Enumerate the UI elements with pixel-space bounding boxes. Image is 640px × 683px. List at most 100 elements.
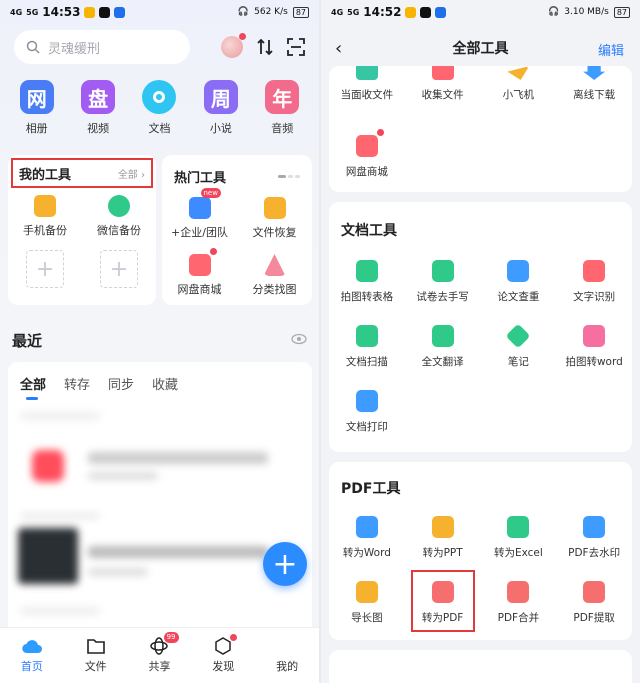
status-bar: 4G 5G 14:53 🎧 562 K/s 87 xyxy=(0,0,319,24)
tool-phone-backup[interactable]: 手机备份 xyxy=(8,195,82,238)
tool-store[interactable]: 网盘商城 xyxy=(162,248,237,297)
tool-label: 文字识别 xyxy=(573,291,616,303)
tool-label: 网盘商城 xyxy=(177,283,222,296)
tool-label: PDF合并 xyxy=(497,612,540,624)
tool-notes[interactable]: 笔记 xyxy=(481,323,557,390)
doc-tools-title: 文档工具 xyxy=(341,223,397,239)
photo-to-table-icon xyxy=(355,260,378,282)
clock: 14:52 xyxy=(363,5,402,19)
search-placeholder: 灵魂缓刑 xyxy=(48,41,101,57)
tool-collect-files[interactable]: 收集文件 xyxy=(405,66,481,131)
tool-paper-plane[interactable]: 小飞机 xyxy=(481,66,557,131)
add-tool-button[interactable]: + xyxy=(100,250,138,288)
tool-wechat-backup[interactable]: 微信备份 xyxy=(82,195,156,238)
tool-doc-scan[interactable]: 文档扫描 xyxy=(329,325,405,390)
new-badge: new xyxy=(200,188,221,198)
tab-share[interactable]: 99 共享 xyxy=(128,628,192,683)
tool-pdf-remove-watermark[interactable]: PDF去水印 xyxy=(556,516,632,581)
tab-favorites[interactable]: 收藏 xyxy=(152,374,178,393)
tool-file-recovery[interactable]: 文件恢复 xyxy=(237,197,312,240)
tab-label: 文件 xyxy=(84,660,107,673)
tool-pdf-merge[interactable]: PDF合并 xyxy=(481,581,557,646)
pdf-tools-card: PDF工具 转为Word 转为PPT 转为Excel PDF去水印 导长图 转为… xyxy=(329,462,632,640)
tool-translate[interactable]: 全文翻译 xyxy=(405,325,481,390)
tab-home[interactable]: 首页 xyxy=(0,628,64,683)
tool-label: 微信备份 xyxy=(97,224,141,237)
tool-label: 网盘商城 xyxy=(345,166,388,178)
transfer-icon[interactable] xyxy=(257,38,273,56)
notification-icon xyxy=(84,6,96,18)
membership-icon[interactable] xyxy=(221,33,246,58)
tab-all[interactable]: 全部 xyxy=(20,374,46,400)
scan-icon[interactable] xyxy=(287,38,305,56)
cloud-icon xyxy=(22,640,42,654)
add-fab-button[interactable]: + xyxy=(263,542,307,586)
quick-videos[interactable]: 盘 视频 xyxy=(70,80,126,136)
hot-tools-title: 热门工具 xyxy=(174,171,227,186)
tool-label: 笔记 xyxy=(507,356,529,368)
tab-sync[interactable]: 同步 xyxy=(108,374,134,393)
tool-ocr[interactable]: 文字识别 xyxy=(556,260,632,325)
share-badge: 99 xyxy=(163,632,179,643)
pdf-to-ppt-icon xyxy=(431,516,454,538)
tool-pdf-to-excel[interactable]: 转为Excel xyxy=(481,516,557,581)
pen-icon xyxy=(505,323,531,349)
tool-pdf-extract[interactable]: PDF提取 xyxy=(556,581,632,646)
hot-tools-card: 热门工具 new +企业/团队 文件恢复 网盘商城 分类找图 xyxy=(162,155,312,305)
tab-transfer[interactable]: 转存 xyxy=(64,374,90,393)
tool-label: 手机备份 xyxy=(23,224,67,237)
my-tools-card: 我的工具 全部 › 手机备份 微信备份 + + xyxy=(8,155,156,305)
all-tools-link[interactable]: 全部 › xyxy=(118,166,145,181)
photos-icon: 网 xyxy=(19,80,54,114)
quick-photos[interactable]: 网 相册 xyxy=(9,80,65,136)
tool-doc-print[interactable]: 文档打印 xyxy=(329,390,405,455)
tool-image-category[interactable]: 分类找图 xyxy=(237,254,312,297)
tool-label: 导长图 xyxy=(351,612,383,624)
tool-pdf-to-word[interactable]: 转为Word xyxy=(329,516,405,581)
doc-scan-icon xyxy=(355,325,378,347)
quick-audio[interactable]: 年 音频 xyxy=(254,80,310,136)
tool-enterprise-team[interactable]: new +企业/团队 xyxy=(162,188,237,240)
wechat-backup-icon xyxy=(108,195,130,217)
speed-readout: 3.10 MB/s xyxy=(564,7,609,17)
plagiarism-check-icon xyxy=(507,260,530,282)
phone-backup-icon xyxy=(34,195,56,217)
pdf-merge-icon xyxy=(507,581,530,603)
tool-store[interactable]: 网盘商城 xyxy=(329,129,405,196)
quick-documents[interactable]: 文档 xyxy=(131,80,187,136)
my-tools-header[interactable]: 我的工具 全部 › xyxy=(11,158,153,188)
tool-label: 试卷去手写 xyxy=(416,291,469,303)
add-tool-button[interactable]: + xyxy=(26,250,64,288)
folder-icon xyxy=(86,639,105,654)
tab-label: 我的 xyxy=(276,660,299,673)
tool-label: 收集文件 xyxy=(421,89,464,101)
pdf-extract-icon xyxy=(583,581,606,603)
edit-button[interactable]: 编辑 xyxy=(598,40,624,59)
paper-plane-icon xyxy=(507,66,530,80)
network-indicator-2: 5G xyxy=(26,7,39,17)
store-icon xyxy=(188,248,217,276)
tab-files[interactable]: 文件 xyxy=(64,628,128,683)
tab-discover[interactable]: 发现 xyxy=(191,628,255,683)
search-input[interactable]: 灵魂缓刑 xyxy=(14,30,190,64)
headphone-icon: 🎧 xyxy=(237,7,250,17)
notification-icon xyxy=(405,6,417,18)
tool-plagiarism-check[interactable]: 论文查重 xyxy=(481,260,557,325)
ocr-icon xyxy=(583,260,606,282)
quick-label: 相册 xyxy=(25,122,48,135)
tool-photo-to-table[interactable]: 拍图转表格 xyxy=(329,260,405,325)
videos-icon: 盘 xyxy=(81,80,116,114)
tool-receive-files[interactable]: 当面收文件 xyxy=(329,66,405,131)
eye-icon[interactable] xyxy=(291,333,307,345)
tab-profile[interactable]: 我的 xyxy=(255,628,319,683)
tool-remove-handwriting[interactable]: 试卷去手写 xyxy=(405,260,481,325)
long-image-icon xyxy=(355,581,378,603)
documents-icon xyxy=(142,80,177,114)
tool-offline-download[interactable]: 离线下载 xyxy=(556,66,632,131)
audio-icon: 年 xyxy=(265,80,300,114)
tool-photo-to-word[interactable]: 拍图转word xyxy=(556,325,632,390)
tool-export-long-image[interactable]: 导长图 xyxy=(329,581,405,646)
quick-novels[interactable]: 周 小说 xyxy=(193,80,249,136)
back-icon[interactable]: ‹ xyxy=(335,38,342,59)
tool-label: 文档打印 xyxy=(345,421,388,433)
